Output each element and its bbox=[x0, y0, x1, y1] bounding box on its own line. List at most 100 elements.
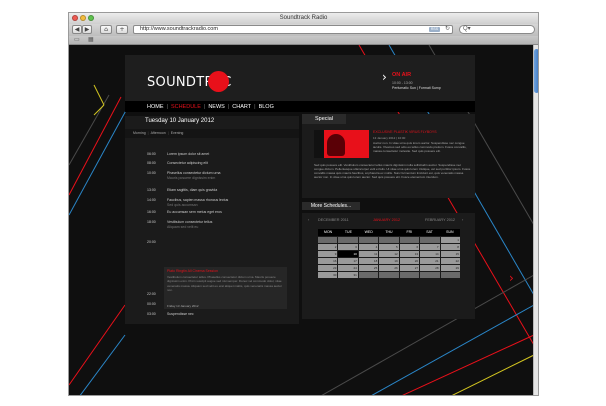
calendar-day[interactable]: 24 bbox=[338, 265, 358, 271]
weekday-label: FRI bbox=[406, 230, 413, 234]
calendar-empty-cell bbox=[358, 272, 379, 278]
back-button[interactable]: ◀ bbox=[72, 25, 82, 34]
nav-item-home[interactable]: HOME bbox=[147, 104, 164, 110]
calendar-day[interactable]: 2 bbox=[318, 244, 338, 250]
add-bookmark-button[interactable]: + bbox=[116, 25, 128, 34]
home-button[interactable]: ⌂ bbox=[100, 25, 112, 34]
tab-separator: | bbox=[147, 131, 149, 135]
scrollbar-thumb[interactable] bbox=[534, 49, 538, 93]
schedule-show: Faucibus, sapien massa rhoncus lectus bbox=[167, 198, 229, 202]
calendar-day[interactable]: 25 bbox=[358, 265, 379, 271]
special-image[interactable] bbox=[314, 130, 369, 158]
calendar-day[interactable]: 27 bbox=[399, 265, 420, 271]
reload-icon[interactable]: ↻ bbox=[445, 26, 450, 33]
minimize-window-icon[interactable] bbox=[80, 15, 86, 21]
chevron-right-icon: › bbox=[382, 70, 387, 84]
special-text: Auctor non. In vitae urna quis lorem auc… bbox=[373, 141, 467, 153]
more-schedules-title[interactable]: More Schedules... bbox=[302, 202, 360, 210]
calendar-day[interactable]: 16 bbox=[318, 258, 338, 264]
weekday-label: THU bbox=[385, 230, 393, 234]
on-air-show: Perfumatic Sun | Formati Sump bbox=[392, 86, 441, 90]
weekday-label: WED bbox=[364, 230, 373, 234]
nav-item-schedule[interactable]: SCHEDULE bbox=[171, 104, 201, 110]
featured-show-date: Friday 13 January 2012 bbox=[167, 304, 199, 308]
calendar-day[interactable]: 7 bbox=[420, 244, 440, 250]
on-air-widget[interactable]: › ON AIR 10:00 - 13:00 Perfumatic Sun | … bbox=[382, 71, 472, 97]
schedule-show: Vestibulum consectetur tellus bbox=[167, 220, 213, 224]
calendar-day[interactable]: 20 bbox=[399, 258, 420, 264]
calendar-day[interactable]: 29 bbox=[440, 265, 460, 271]
site-container: SOUNDTRAC › ON AIR 10:00 - 13:00 Perfuma… bbox=[125, 55, 475, 325]
calendar-day[interactable]: 5 bbox=[379, 244, 399, 250]
calendar-empty-cell bbox=[358, 237, 379, 243]
featured-show-title[interactable]: Plato Ringtin All Cinema Session bbox=[167, 269, 218, 273]
close-window-icon[interactable] bbox=[72, 15, 78, 21]
calendar-day[interactable]: 31 bbox=[338, 272, 358, 278]
calendar-day[interactable]: 3 bbox=[338, 244, 358, 250]
schedule-time: 14:00 bbox=[147, 198, 156, 202]
calendar-day[interactable]: 30 bbox=[318, 272, 338, 278]
logo-dot-icon bbox=[208, 71, 229, 92]
grid-icon[interactable]: ▦ bbox=[88, 37, 94, 43]
nav-separator: | bbox=[203, 103, 206, 110]
calendar-day[interactable]: 9 bbox=[318, 251, 338, 257]
chevron-right-icon[interactable]: › bbox=[509, 271, 514, 285]
featured-show[interactable]: Plato Ringtin All Cinema Session Vestibu… bbox=[164, 267, 287, 309]
calendar: ‹ DECEMBER 2011 JANUARY 2012 FEBRUARY 20… bbox=[302, 213, 475, 319]
tab-evening[interactable]: Evening bbox=[171, 131, 184, 135]
chevron-right-icon[interactable]: › bbox=[462, 218, 463, 222]
book-icon[interactable]: ▭ bbox=[74, 37, 80, 43]
calendar-empty-cell bbox=[399, 272, 420, 278]
calendar-day[interactable]: 12 bbox=[379, 251, 399, 257]
next-month-link[interactable]: FEBRUARY 2012 bbox=[425, 218, 455, 222]
calendar-week: 23 24 25 26 27 28 29 bbox=[318, 265, 460, 271]
on-air-label: ON AIR bbox=[392, 72, 412, 78]
calendar-day[interactable]: 13 bbox=[399, 251, 420, 257]
page-viewport: SOUNDTRAC › ON AIR 10:00 - 13:00 Perfuma… bbox=[69, 45, 538, 395]
calendar-empty-cell bbox=[440, 272, 460, 278]
calendar-day[interactable]: 11 bbox=[358, 251, 379, 257]
calendar-day[interactable]: 10 bbox=[338, 251, 358, 257]
calendar-day[interactable]: 6 bbox=[399, 244, 420, 250]
tab-afternoon[interactable]: Afternoon bbox=[151, 131, 166, 135]
special-headline[interactable]: EXCLUSIVE PLASTIK VIRUS FLYBOYS bbox=[373, 130, 437, 134]
schedule-host: Aliquam sed velit eu bbox=[167, 225, 199, 229]
calendar-week: 30 31 bbox=[318, 272, 460, 278]
calendar-day[interactable]: 21 bbox=[420, 258, 440, 264]
forward-button[interactable]: ▶ bbox=[82, 25, 92, 34]
calendar-day[interactable]: 17 bbox=[338, 258, 358, 264]
calendar-day[interactable]: 26 bbox=[379, 265, 399, 271]
tab-morning[interactable]: Morning bbox=[133, 131, 146, 135]
nav-separator: | bbox=[227, 103, 230, 110]
rss-icon[interactable]: RSS bbox=[429, 27, 440, 32]
calendar-day[interactable]: 28 bbox=[420, 265, 440, 271]
nav-item-chart[interactable]: CHART bbox=[232, 104, 251, 110]
calendar-day[interactable]: 22 bbox=[440, 258, 460, 264]
nav-item-news[interactable]: NEWS bbox=[208, 104, 225, 110]
zoom-window-icon[interactable] bbox=[88, 15, 94, 21]
search-input[interactable]: Q▾ bbox=[459, 25, 535, 34]
calendar-weekdays: MON TUE WED THU FRI SAT SUN bbox=[318, 229, 460, 236]
schedule-time: 22:00 bbox=[147, 292, 156, 296]
nav-item-blog[interactable]: BLOG bbox=[259, 104, 274, 110]
calendar-nav: ‹ DECEMBER 2011 JANUARY 2012 FEBRUARY 20… bbox=[302, 216, 475, 224]
on-air-time: 10:00 - 13:00 bbox=[392, 81, 413, 85]
calendar-day[interactable]: 4 bbox=[358, 244, 379, 250]
schedule-time: 03:00 bbox=[147, 312, 156, 316]
weekday-label: SUN bbox=[446, 230, 454, 234]
plus-icon: + bbox=[119, 26, 125, 33]
calendar-day[interactable]: 23 bbox=[318, 265, 338, 271]
calendar-day[interactable]: 8 bbox=[440, 244, 460, 250]
calendar-day[interactable]: 1 bbox=[440, 237, 460, 243]
address-bar[interactable]: http://www.soundtrackradio.com RSS ↻ bbox=[133, 25, 453, 34]
page-scrollbar[interactable] bbox=[533, 45, 538, 395]
chevron-left-icon[interactable]: ‹ bbox=[308, 218, 309, 222]
calendar-day[interactable]: 18 bbox=[358, 258, 379, 264]
special-panel: Special EXCLUSIVE PLASTIK VIRUS FLYBOYS … bbox=[302, 114, 475, 198]
calendar-day[interactable]: 19 bbox=[379, 258, 399, 264]
calendar-day[interactable]: 15 bbox=[440, 251, 460, 257]
url-text: http://www.soundtrackradio.com bbox=[140, 26, 218, 32]
schedule-host: Mauris posuere dignissim enim bbox=[167, 176, 216, 180]
calendar-day[interactable]: 14 bbox=[420, 251, 440, 257]
prev-month-link[interactable]: DECEMBER 2011 bbox=[318, 218, 349, 222]
